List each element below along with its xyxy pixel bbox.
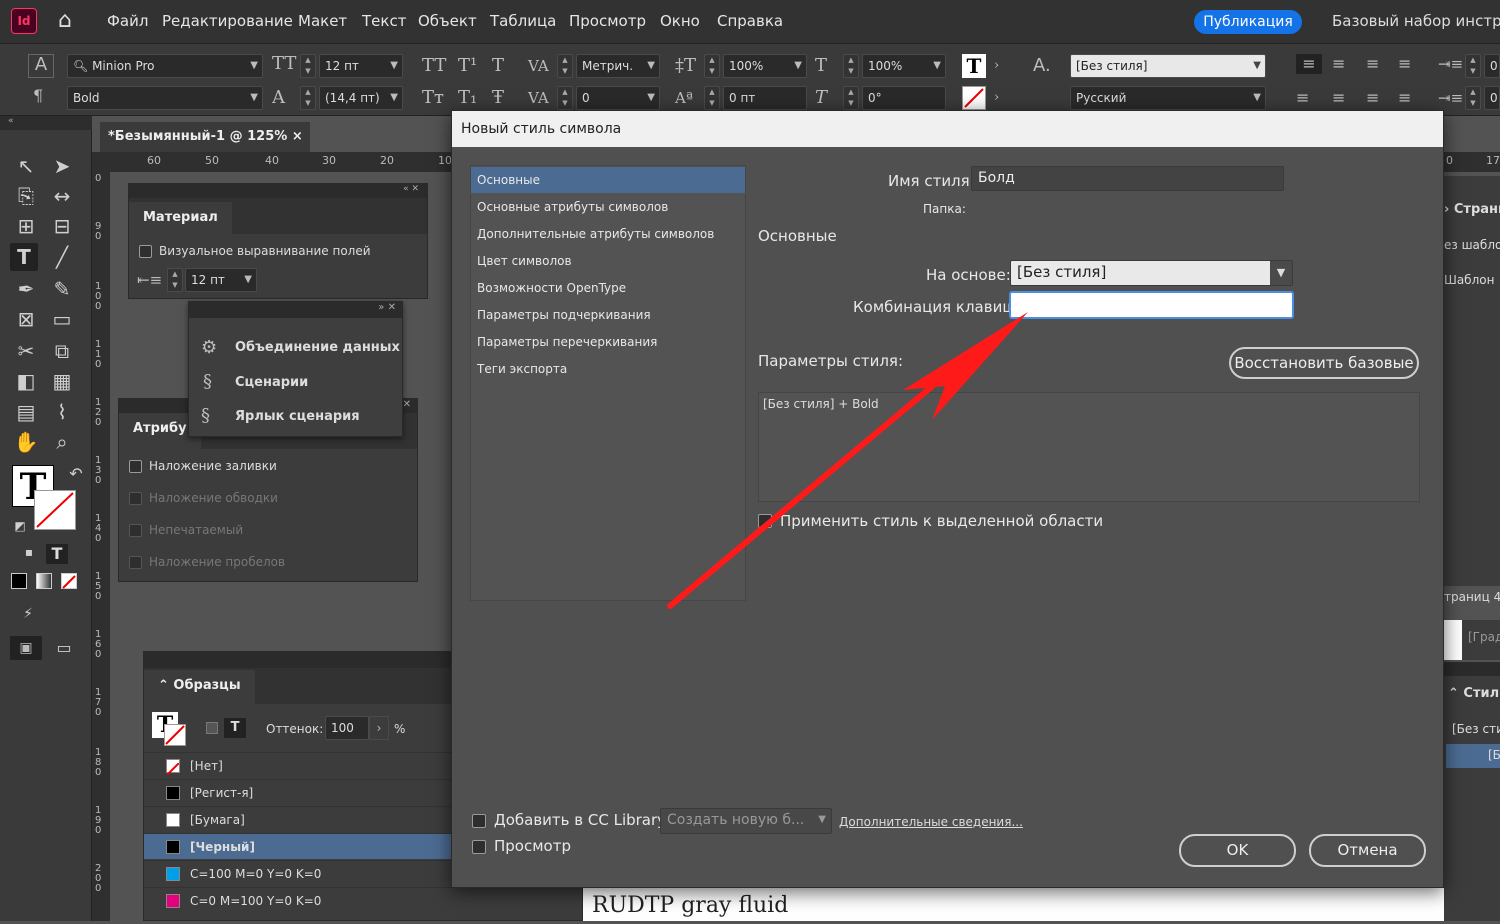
arrow-head [903, 312, 1028, 420]
annotation-arrow [667, 312, 1028, 609]
